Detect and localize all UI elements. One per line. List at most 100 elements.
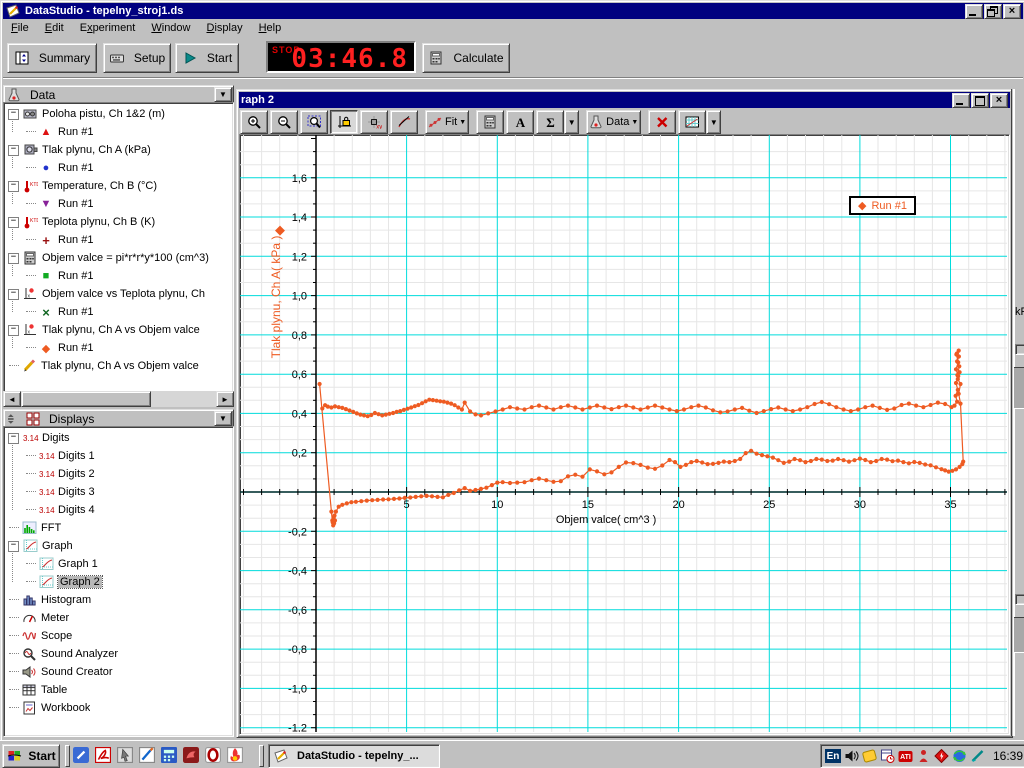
graph-close-button[interactable]: ×: [990, 93, 1008, 108]
run-item[interactable]: ◆Run #1: [4, 339, 233, 357]
tray-diamond-lightning-icon[interactable]: [933, 749, 950, 764]
quicklaunch-notes-icon[interactable]: [71, 745, 91, 765]
scale-to-fit-button[interactable]: [330, 110, 358, 134]
run-item[interactable]: ●Run #1: [4, 159, 233, 177]
display-item-meter[interactable]: Meter: [4, 609, 233, 627]
run-item[interactable]: +Run #1: [4, 231, 233, 249]
display-item-sound-creator[interactable]: Sound Creator: [4, 663, 233, 681]
quicklaunch-pen-document-icon[interactable]: [137, 745, 157, 765]
display-item-digits[interactable]: −3.14Digits: [4, 429, 233, 447]
dropdown-arrow-icon[interactable]: ▼: [564, 110, 579, 134]
display-item-sound-analyzer[interactable]: Sound Analyzer: [4, 645, 233, 663]
display-item-scope[interactable]: Scope: [4, 627, 233, 645]
menu-item-experiment[interactable]: Experiment: [72, 19, 144, 36]
display-subitem-digits-4[interactable]: 3.14Digits 4: [4, 501, 233, 519]
statistics-button[interactable]: Σ: [536, 110, 564, 134]
dropdown-arrow-icon[interactable]: ▼: [706, 110, 721, 134]
display-item-histogram[interactable]: Histogram: [4, 591, 233, 609]
quicklaunch-pointer-icon[interactable]: [115, 745, 135, 765]
data-source-item[interactable]: −KTDTemperature, Ch B (°C): [4, 177, 233, 195]
menu-item-file[interactable]: File: [3, 19, 37, 36]
data-source-item[interactable]: −xTlak plynu, Ch A vs Objem valce: [4, 321, 233, 339]
data-source-item[interactable]: −Tlak plynu, Ch A (kPa): [4, 141, 233, 159]
scroll-left-icon[interactable]: ◄: [3, 391, 21, 407]
chart-area[interactable]: 51015202530351,61,41,21,00,80,60,40,2-0,…: [239, 134, 1010, 735]
tray-language-indicator[interactable]: En: [825, 749, 841, 763]
display-item-workbook[interactable]: Workbook: [4, 699, 233, 717]
displays-panel-dropdown-icon[interactable]: ▼: [214, 411, 232, 426]
data-panel-dropdown-icon[interactable]: ▼: [214, 87, 232, 102]
tree-expander-icon[interactable]: −: [8, 145, 19, 156]
smart-tool-button[interactable]: xy: [360, 110, 388, 134]
run-item[interactable]: ■Run #1: [4, 267, 233, 285]
restore-button[interactable]: [984, 4, 1002, 19]
data-source-item[interactable]: Tlak plynu, Ch A vs Objem valce: [4, 357, 233, 375]
tray-clock[interactable]: 16:39: [993, 749, 1024, 763]
display-subitem-graph-1[interactable]: Graph 1: [4, 555, 233, 573]
tree-expander-icon[interactable]: −: [8, 289, 19, 300]
text-annotation-button[interactable]: A: [506, 110, 534, 134]
tray-volume-icon[interactable]: [843, 749, 860, 764]
quicklaunch-dragon-app-icon[interactable]: [181, 745, 201, 765]
display-item-fft[interactable]: FFT: [4, 519, 233, 537]
start-menu-button[interactable]: Start: [2, 744, 60, 768]
zoom-select-button[interactable]: [300, 110, 328, 134]
chart-legend[interactable]: ◆ Run #1: [849, 196, 916, 215]
graph-minimize-button[interactable]: [952, 93, 970, 108]
zoom-in-button[interactable]: [240, 110, 268, 134]
data-menu-button[interactable]: Data▼: [586, 110, 641, 134]
taskbar-grip2[interactable]: [259, 745, 264, 767]
tree-expander-icon[interactable]: −: [8, 253, 19, 264]
graph-settings-button[interactable]: [678, 110, 706, 134]
remove-button[interactable]: [648, 110, 676, 134]
run-item[interactable]: ×Run #1: [4, 303, 233, 321]
summary-button[interactable]: Summary: [7, 43, 97, 73]
tree-expander-icon[interactable]: −: [8, 181, 19, 192]
tray-teal-pen-icon[interactable]: [969, 749, 986, 764]
quicklaunch-calculator-app-icon[interactable]: [159, 745, 179, 765]
tree-expander-icon[interactable]: −: [8, 433, 19, 444]
setup-button[interactable]: Setup: [103, 43, 171, 73]
data-source-item[interactable]: −KTDTeplota plynu, Ch B (K): [4, 213, 233, 231]
quicklaunch-flame-icon[interactable]: [225, 745, 245, 765]
menu-item-window[interactable]: Window: [143, 19, 198, 36]
menu-item-display[interactable]: Display: [199, 19, 251, 36]
chart-canvas[interactable]: 51015202530351,61,41,21,00,80,60,40,2-0,…: [240, 135, 1007, 732]
menu-item-edit[interactable]: Edit: [37, 19, 72, 36]
display-subitem-digits-3[interactable]: 3.14Digits 3: [4, 483, 233, 501]
start-button[interactable]: Start: [175, 43, 239, 73]
tree-expander-icon[interactable]: −: [8, 109, 19, 120]
zoom-out-button[interactable]: [270, 110, 298, 134]
task-button-datastudio[interactable]: DataStudio - tepelny_...: [268, 744, 440, 768]
scrollbar-thumb[interactable]: [21, 391, 151, 407]
data-source-item[interactable]: −xObjem valce vs Teplota plynu, Ch: [4, 285, 233, 303]
data-source-item[interactable]: −Poloha pistu, Ch 1&2 (m): [4, 105, 233, 123]
tree-expander-icon[interactable]: −: [8, 217, 19, 228]
run-item[interactable]: ▲Run #1: [4, 123, 233, 141]
graph-maximize-button[interactable]: [971, 93, 989, 108]
menu-item-help[interactable]: Help: [251, 19, 290, 36]
display-item-graph[interactable]: −Graph: [4, 537, 233, 555]
close-button[interactable]: ×: [1003, 4, 1021, 19]
data-source-item[interactable]: −Objem valce = pi*r*r*y*100 (cm^3): [4, 249, 233, 267]
tray-ati-icon[interactable]: ATI: [897, 749, 914, 764]
tree-expander-icon[interactable]: −: [8, 325, 19, 336]
quicklaunch-opera-icon[interactable]: [203, 745, 223, 765]
tray-scheduler-icon[interactable]: [879, 749, 896, 764]
display-subitem-graph-2[interactable]: Graph 2: [4, 573, 233, 591]
calculator-button[interactable]: [476, 110, 504, 134]
display-subitem-digits-1[interactable]: 3.14Digits 1: [4, 447, 233, 465]
quicklaunch-acrobat-icon[interactable]: [93, 745, 113, 765]
tray-red-figure-icon[interactable]: [915, 749, 932, 764]
display-subitem-digits-2[interactable]: 3.14Digits 2: [4, 465, 233, 483]
run-item[interactable]: ▼Run #1: [4, 195, 233, 213]
tray-globe-arrows-icon[interactable]: [951, 749, 968, 764]
data-tree-hscrollbar[interactable]: ◄ ►: [3, 391, 234, 407]
slope-tool-button[interactable]: [390, 110, 418, 134]
panel-splitter-icon[interactable]: [6, 412, 18, 426]
scroll-right-icon[interactable]: ►: [216, 391, 234, 407]
graph-titlebar[interactable]: raph 2 ×: [239, 92, 1010, 108]
tree-expander-icon[interactable]: −: [8, 541, 19, 552]
tray-yellow-note-icon[interactable]: [861, 749, 878, 764]
calculate-button[interactable]: Calculate: [422, 43, 510, 73]
